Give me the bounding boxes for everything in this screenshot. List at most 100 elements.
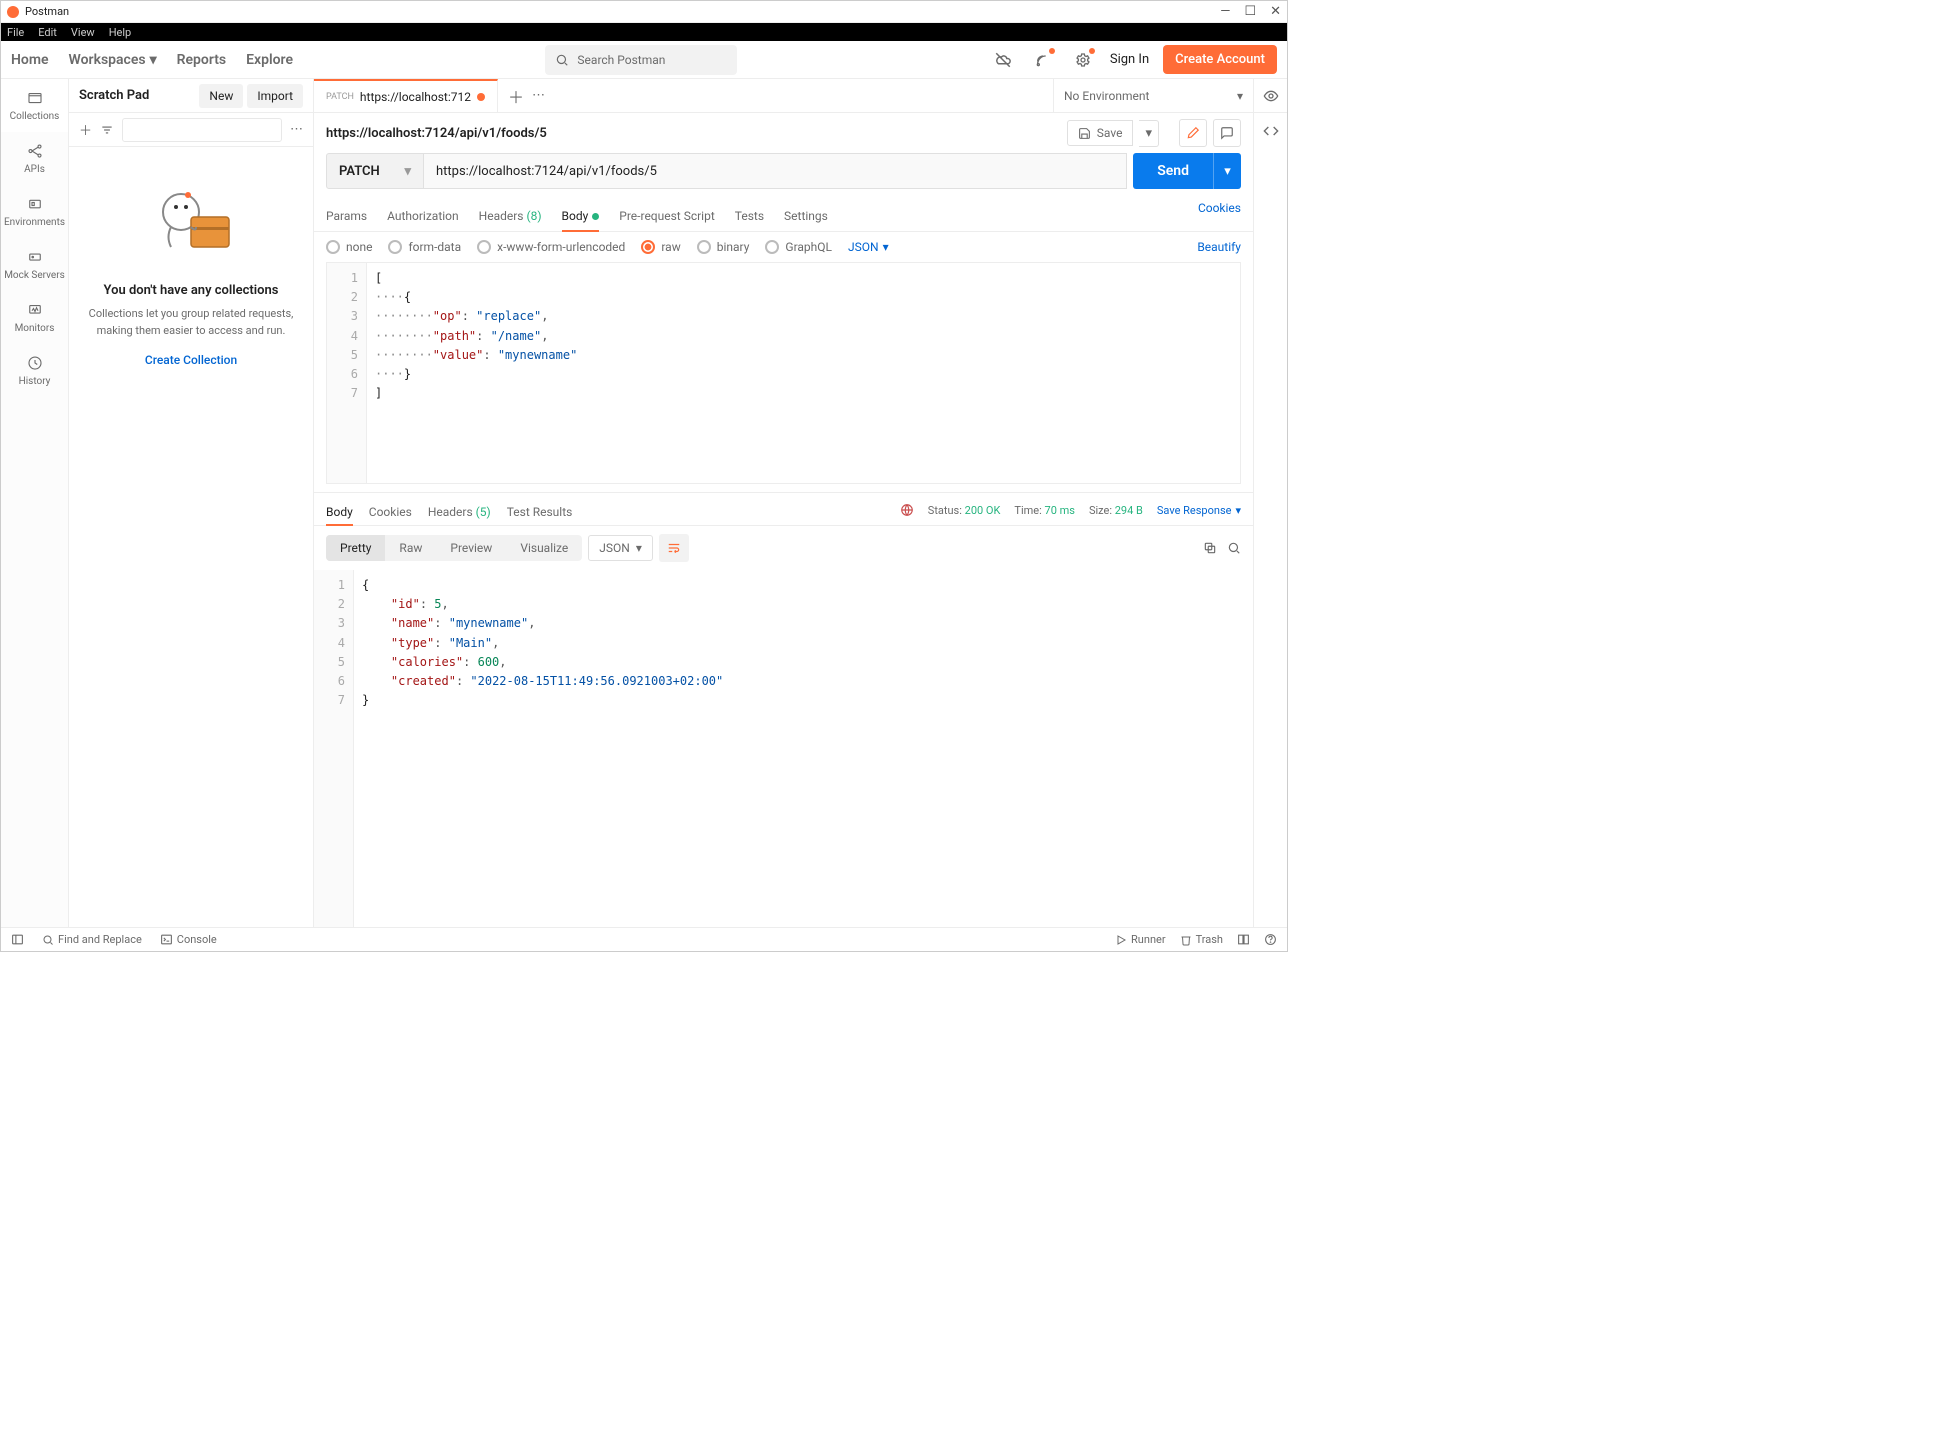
- satellite-icon[interactable]: [1030, 47, 1056, 73]
- import-button[interactable]: Import: [247, 84, 303, 108]
- environment-quicklook-icon[interactable]: [1253, 79, 1287, 112]
- search-input[interactable]: Search Postman: [545, 45, 737, 75]
- add-icon[interactable]: ＋: [79, 120, 92, 139]
- cloud-off-icon[interactable]: [990, 47, 1016, 73]
- rail-collections[interactable]: Collections: [1, 79, 68, 132]
- chevron-down-icon: ▾: [404, 164, 411, 179]
- response-headers-tab[interactable]: Headers (5): [428, 499, 491, 525]
- console-button[interactable]: Console: [160, 933, 217, 946]
- minimize-button[interactable]: —: [1220, 4, 1230, 19]
- menu-edit[interactable]: Edit: [38, 26, 57, 39]
- left-rail: Collections APIs Environments Mock Serve…: [1, 79, 69, 927]
- network-icon[interactable]: [900, 503, 914, 517]
- request-tab[interactable]: PATCH https://localhost:712: [314, 79, 498, 112]
- status-label: Status: 200 OK: [928, 504, 1001, 517]
- sidebar-toggle-icon[interactable]: [11, 933, 24, 946]
- view-preview[interactable]: Preview: [436, 535, 506, 561]
- body-urlencoded-radio[interactable]: x-www-form-urlencoded: [477, 240, 625, 254]
- api-icon: [26, 142, 44, 160]
- trash-button[interactable]: Trash: [1180, 933, 1223, 946]
- rail-environments[interactable]: Environments: [1, 185, 68, 238]
- response-body-editor[interactable]: 1234567 { "id": 5, "name": "mynewname", …: [314, 570, 1253, 927]
- maximize-button[interactable]: ☐: [1244, 4, 1256, 19]
- response-cookies-tab[interactable]: Cookies: [369, 499, 412, 525]
- menu-file[interactable]: File: [7, 26, 24, 39]
- response-format-selector[interactable]: JSON▾: [588, 535, 653, 561]
- comment-icon[interactable]: [1213, 119, 1241, 147]
- folder-icon: [26, 89, 44, 107]
- collection-search[interactable]: [122, 118, 282, 142]
- nav-home[interactable]: Home: [11, 52, 49, 68]
- settings-icon[interactable]: [1070, 47, 1096, 73]
- nav-workspaces[interactable]: Workspaces▾: [69, 52, 157, 68]
- save-dropdown[interactable]: ▾: [1139, 120, 1159, 147]
- tab-settings[interactable]: Settings: [784, 201, 828, 231]
- view-pretty[interactable]: Pretty: [326, 535, 385, 561]
- save-button[interactable]: Save: [1067, 120, 1134, 146]
- url-input[interactable]: https://localhost:7124/api/v1/foods/5: [424, 153, 1127, 189]
- tab-options-icon[interactable]: ⋯: [532, 88, 545, 103]
- response-body-tab[interactable]: Body: [326, 499, 353, 525]
- body-graphql-radio[interactable]: GraphQL: [765, 240, 832, 254]
- create-account-button[interactable]: Create Account: [1163, 45, 1277, 74]
- body-formdata-radio[interactable]: form-data: [388, 240, 461, 254]
- search-icon: [555, 53, 569, 67]
- environment-selector[interactable]: No Environment ▾: [1053, 79, 1253, 112]
- window-titlebar: Postman — ☐ ✕: [1, 1, 1287, 23]
- two-pane-icon[interactable]: [1237, 933, 1250, 946]
- sidepanel-title: Scratch Pad: [79, 88, 149, 103]
- tab-authorization[interactable]: Authorization: [387, 201, 459, 231]
- right-strip: [1253, 113, 1287, 927]
- runner-button[interactable]: Runner: [1115, 933, 1166, 946]
- request-body-editor[interactable]: 1234567 [····{········"op": "replace",··…: [326, 262, 1241, 484]
- nav-reports[interactable]: Reports: [177, 52, 227, 68]
- view-visualize[interactable]: Visualize: [506, 535, 582, 561]
- filter-icon[interactable]: [100, 123, 114, 137]
- new-button[interactable]: New: [199, 84, 243, 108]
- chevron-down-icon: ▾: [883, 240, 889, 254]
- view-raw[interactable]: Raw: [385, 535, 436, 561]
- close-button[interactable]: ✕: [1270, 4, 1281, 19]
- cookies-link[interactable]: Cookies: [1198, 201, 1241, 231]
- send-dropdown[interactable]: ▾: [1213, 153, 1241, 189]
- response-tests-tab[interactable]: Test Results: [507, 499, 573, 525]
- body-format-selector[interactable]: JSON▾: [848, 240, 889, 254]
- rail-mock-servers[interactable]: Mock Servers: [1, 238, 68, 291]
- save-response-button[interactable]: Save Response▾: [1157, 504, 1241, 517]
- tab-body[interactable]: Body: [562, 201, 600, 231]
- method-selector[interactable]: PATCH ▾: [326, 153, 424, 189]
- beautify-link[interactable]: Beautify: [1197, 240, 1241, 254]
- wrap-lines-icon[interactable]: [659, 534, 689, 562]
- signin-link[interactable]: Sign In: [1110, 52, 1149, 67]
- server-icon: [26, 248, 44, 266]
- new-tab-button[interactable]: ＋: [508, 84, 524, 108]
- empty-illustration: [136, 177, 246, 267]
- code-icon[interactable]: [1263, 123, 1279, 139]
- tabstrip: PATCH https://localhost:712 ＋ ⋯ No Envir…: [314, 79, 1287, 113]
- menu-help[interactable]: Help: [109, 26, 132, 39]
- rail-history[interactable]: History: [1, 344, 68, 397]
- body-none-radio[interactable]: none: [326, 240, 372, 254]
- rail-monitors[interactable]: Monitors: [1, 291, 68, 344]
- body-raw-radio[interactable]: raw: [641, 240, 680, 254]
- tab-params[interactable]: Params: [326, 201, 367, 231]
- nav-explore[interactable]: Explore: [246, 52, 293, 68]
- body-binary-radio[interactable]: binary: [697, 240, 750, 254]
- create-collection-link[interactable]: Create Collection: [145, 353, 237, 367]
- search-response-icon[interactable]: [1227, 541, 1241, 555]
- tab-headers[interactable]: Headers (8): [479, 201, 542, 231]
- main-area: PATCH https://localhost:712 ＋ ⋯ No Envir…: [314, 79, 1287, 927]
- tab-tests[interactable]: Tests: [735, 201, 764, 231]
- more-icon[interactable]: ⋯: [290, 122, 303, 137]
- find-replace-button[interactable]: Find and Replace: [42, 933, 142, 946]
- edit-icon[interactable]: [1179, 119, 1207, 147]
- send-button[interactable]: Send: [1133, 153, 1213, 189]
- help-icon[interactable]: [1264, 933, 1277, 946]
- rail-apis[interactable]: APIs: [1, 132, 68, 185]
- monitor-icon: [26, 301, 44, 319]
- app-title: Postman: [25, 5, 69, 18]
- chevron-down-icon: ▾: [636, 541, 642, 555]
- menu-view[interactable]: View: [71, 26, 95, 39]
- copy-icon[interactable]: [1203, 541, 1217, 555]
- tab-prerequest[interactable]: Pre-request Script: [619, 201, 714, 231]
